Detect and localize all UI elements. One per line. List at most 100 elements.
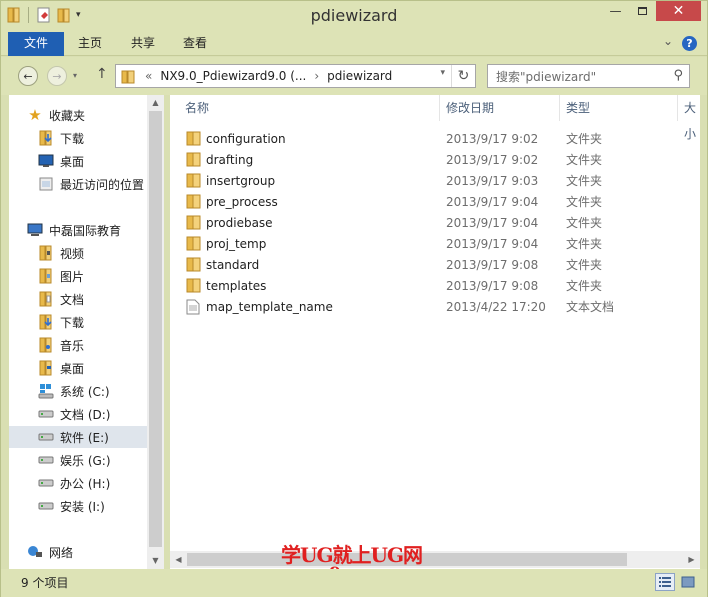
arrow-up-icon: ↑ [96, 66, 108, 82]
refresh-button[interactable]: ↻ [451, 65, 475, 87]
nav-downloads-2[interactable]: 下载 [38, 311, 164, 333]
drive-icon [38, 406, 54, 422]
nav-label: 文档 [60, 292, 85, 307]
nav-label: 下载 [60, 131, 85, 146]
folder-icon [186, 257, 202, 275]
recent-locations-icon[interactable]: ▾ [73, 71, 77, 80]
column-type[interactable]: 类型 [566, 95, 590, 121]
nav-computer[interactable]: 中磊国际教育 [27, 219, 164, 241]
file-type: 文件夹 [566, 153, 603, 167]
file-row[interactable]: insertgroup 2013/9/17 9:03 文件夹 [180, 170, 680, 191]
nav-music[interactable]: 音乐 [38, 334, 164, 356]
recent-places-icon [38, 176, 54, 192]
search-box[interactable]: 搜索"pdiewizard" ⚲ [487, 64, 690, 88]
forward-button[interactable]: → [47, 66, 67, 86]
nav-label: 文档 (D:) [60, 407, 111, 422]
scroll-right-icon[interactable]: ▶ [683, 551, 700, 568]
file-row[interactable]: standard 2013/9/17 9:08 文件夹 [180, 254, 680, 275]
file-date: 2013/9/17 9:04 [446, 215, 539, 230]
drive-icon [38, 429, 54, 445]
column-date[interactable]: 修改日期 [446, 95, 494, 121]
nav-label: 桌面 [60, 361, 85, 376]
file-date: 2013/9/17 9:03 [446, 173, 539, 188]
tab-file[interactable]: 文件 [8, 32, 64, 56]
nav-label: 系统 (C:) [60, 384, 110, 399]
nav-drive-g[interactable]: 娱乐 (G:) [38, 449, 164, 471]
file-list-horizontal-scrollbar[interactable]: ◀ ▶ [170, 551, 700, 568]
nav-drive-c[interactable]: 系统 (C:) [38, 380, 164, 402]
expand-ribbon-icon[interactable]: ⌄ [663, 34, 673, 48]
nav-desktop-2[interactable]: 桌面 [38, 357, 164, 379]
minimize-button[interactable]: — [602, 1, 629, 21]
nav-drive-e[interactable]: 软件 (E:) [9, 426, 148, 448]
nav-network[interactable]: 网络 [27, 541, 164, 563]
file-name: map_template_name [206, 299, 333, 314]
file-row[interactable]: prodiebase 2013/9/17 9:04 文件夹 [180, 212, 680, 233]
file-name: proj_temp [206, 236, 267, 251]
search-icon[interactable]: ⚲ [673, 68, 683, 83]
details-view-button[interactable] [655, 573, 675, 591]
breadcrumb-separator[interactable]: › [314, 69, 319, 83]
star-icon: ★ [28, 106, 42, 124]
close-button[interactable]: ✕ [656, 1, 701, 21]
file-type: 文件夹 [566, 174, 603, 188]
column-divider[interactable] [677, 95, 678, 121]
file-date: 2013/9/17 9:02 [446, 131, 539, 146]
file-row[interactable]: configuration 2013/9/17 9:02 文件夹 [180, 128, 680, 149]
videos-folder-icon [38, 245, 54, 261]
documents-folder-icon [38, 291, 54, 307]
file-type: 文件夹 [566, 237, 603, 251]
nav-favorites[interactable]: ★ 收藏夹 [27, 104, 164, 126]
arrow-left-icon: ← [23, 69, 33, 83]
address-dropdown-icon[interactable]: ▾ [440, 68, 445, 78]
file-row[interactable]: proj_temp 2013/9/17 9:04 文件夹 [180, 233, 680, 254]
tab-share[interactable]: 共享 [131, 32, 155, 56]
large-icons-view-button[interactable] [678, 573, 698, 591]
folder-icon [186, 152, 202, 170]
column-size[interactable]: 大小 [684, 95, 700, 141]
address-bar[interactable]: « NX9.0_Pdiewizard9.0 (... › pdiewizard … [115, 64, 476, 88]
file-date: 2013/9/17 9:04 [446, 194, 539, 209]
nav-drive-h[interactable]: 办公 (H:) [38, 472, 164, 494]
music-folder-icon [38, 337, 54, 353]
column-name[interactable]: 名称 [185, 95, 209, 121]
nav-desktop[interactable]: 桌面 [38, 150, 164, 172]
minimize-icon: — [609, 4, 622, 18]
nav-videos[interactable]: 视频 [38, 242, 164, 264]
tab-home[interactable]: 主页 [78, 32, 102, 56]
folder-icon [186, 173, 202, 191]
nav-label: 软件 (E:) [60, 430, 109, 445]
close-icon: ✕ [672, 3, 685, 19]
help-icon[interactable]: ? [682, 36, 697, 51]
breadcrumb-nx9[interactable]: NX9.0_Pdiewizard9.0 (... [160, 69, 306, 83]
nav-drive-i[interactable]: 安装 (I:) [38, 495, 164, 517]
explorer-window: ▾ pdiewizard — ✕ 文件 主页 共享 查看 ⌄ ? ← → ▾ ↑… [0, 0, 708, 597]
scroll-thumb[interactable] [149, 111, 162, 547]
nav-scrollbar[interactable]: ▲ ▼ [147, 95, 164, 569]
scroll-up-icon[interactable]: ▲ [147, 95, 164, 111]
nav-downloads[interactable]: 下载 [38, 127, 164, 149]
nav-documents[interactable]: 文档 [38, 288, 164, 310]
nav-drive-d[interactable]: 文档 (D:) [38, 403, 164, 425]
computer-icon [27, 222, 43, 238]
column-divider[interactable] [559, 95, 560, 121]
file-row[interactable]: map_template_name 2013/4/22 17:20 文本文档 [180, 296, 680, 317]
nav-pictures[interactable]: 图片 [38, 265, 164, 287]
breadcrumb-pdiewizard[interactable]: pdiewizard [327, 69, 392, 83]
address-prefix[interactable]: « [145, 69, 152, 83]
scroll-left-icon[interactable]: ◀ [170, 551, 187, 568]
folder-icon [186, 131, 202, 149]
nav-recent-places[interactable]: 最近访问的位置 [38, 173, 164, 195]
nav-label: 桌面 [60, 154, 85, 169]
nav-label: 下载 [60, 315, 85, 330]
column-divider[interactable] [439, 95, 440, 121]
back-button[interactable]: ← [18, 66, 38, 86]
file-row[interactable]: pre_process 2013/9/17 9:04 文件夹 [180, 191, 680, 212]
scroll-down-icon[interactable]: ▼ [147, 553, 164, 569]
tab-view[interactable]: 查看 [183, 32, 207, 56]
file-row[interactable]: templates 2013/9/17 9:08 文件夹 [180, 275, 680, 296]
file-row[interactable]: drafting 2013/9/17 9:02 文件夹 [180, 149, 680, 170]
up-button[interactable]: ↑ [96, 66, 108, 82]
maximize-button[interactable] [629, 1, 656, 21]
file-type: 文本文档 [566, 300, 615, 314]
